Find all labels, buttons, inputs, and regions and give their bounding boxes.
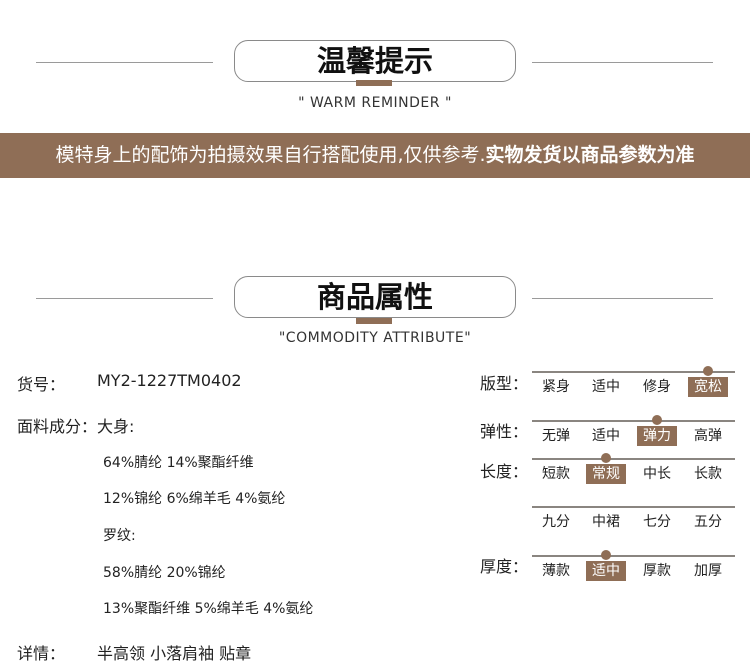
- title-accent-bar: [356, 80, 392, 86]
- scale-label: 厚度：: [480, 557, 529, 576]
- scale-label: 弹性：: [480, 422, 529, 441]
- scale-line: [532, 420, 735, 422]
- fabric-label: 面料成分：大身:: [17, 417, 135, 436]
- reminder-banner: 模特身上的配饰为拍摄效果自行搭配使用,仅供参考.实物发货以商品参数为准: [0, 133, 750, 178]
- scale-option: 适中: [586, 561, 626, 581]
- scale-option: 紧身: [542, 379, 570, 395]
- item-no-label: 货号：: [17, 375, 66, 394]
- scale-label: 版型：: [480, 374, 529, 393]
- scale-option: 常规: [586, 464, 626, 484]
- divider-left: [36, 62, 213, 63]
- scale-option: 修身: [643, 379, 671, 395]
- title-accent-bar: [356, 318, 392, 324]
- scale-line: [532, 506, 735, 508]
- scale-option: 无弹: [542, 428, 570, 444]
- scale-option: 加厚: [694, 563, 722, 579]
- scale-option: 宽松: [688, 377, 728, 397]
- attribute-subtitle: "COMMODITY ATTRIBUTE": [278, 330, 472, 346]
- selected-marker-icon: [601, 453, 611, 463]
- fabric-line: 罗纹:: [103, 528, 136, 544]
- scale-option: 短款: [542, 466, 570, 482]
- scale-option: 厚款: [643, 563, 671, 579]
- detail-value: 半高领 小落肩袖 贴章: [97, 644, 252, 663]
- reminder-title: 温馨提示: [234, 40, 516, 82]
- scale-option: 长款: [694, 466, 722, 482]
- scale-line: [532, 458, 735, 460]
- scale-option: 高弹: [694, 428, 722, 444]
- scale-option: 五分: [694, 514, 722, 530]
- banner-bold-text: 实物发货以商品参数为准: [485, 144, 695, 166]
- scale-option: 弹力: [637, 426, 677, 446]
- scale-label: 长度：: [480, 462, 529, 481]
- scale-line: [532, 555, 735, 557]
- banner-text: 模特身上的配饰为拍摄效果自行搭配使用,仅供参考.: [55, 144, 486, 166]
- divider-right: [532, 298, 713, 299]
- selected-marker-icon: [652, 415, 662, 425]
- divider-right: [532, 62, 713, 63]
- scale-option: 七分: [643, 514, 671, 530]
- scale-option: 中裙: [592, 514, 620, 530]
- selected-marker-icon: [703, 366, 713, 376]
- fabric-line: 12%锦纶 6%绵羊毛 4%氨纶: [103, 491, 286, 507]
- item-no-value: MY2-1227TM0402: [97, 371, 242, 390]
- fabric-line: 64%腈纶 14%聚酯纤维: [103, 455, 254, 471]
- reminder-subtitle: " WARM REMINDER ": [298, 95, 452, 111]
- selected-marker-icon: [601, 550, 611, 560]
- divider-left: [36, 298, 213, 299]
- detail-label: 详情：: [17, 644, 66, 663]
- fabric-line: 58%腈纶 20%锦纶: [103, 565, 226, 581]
- attribute-title: 商品属性: [234, 276, 516, 318]
- scale-option: 中长: [643, 466, 671, 482]
- scale-option: 薄款: [542, 563, 570, 579]
- scale-option: 适中: [592, 379, 620, 395]
- fabric-line: 13%聚酯纤维 5%绵羊毛 4%氨纶: [103, 601, 314, 617]
- scale-option: 适中: [592, 428, 620, 444]
- scale-option: 九分: [542, 514, 570, 530]
